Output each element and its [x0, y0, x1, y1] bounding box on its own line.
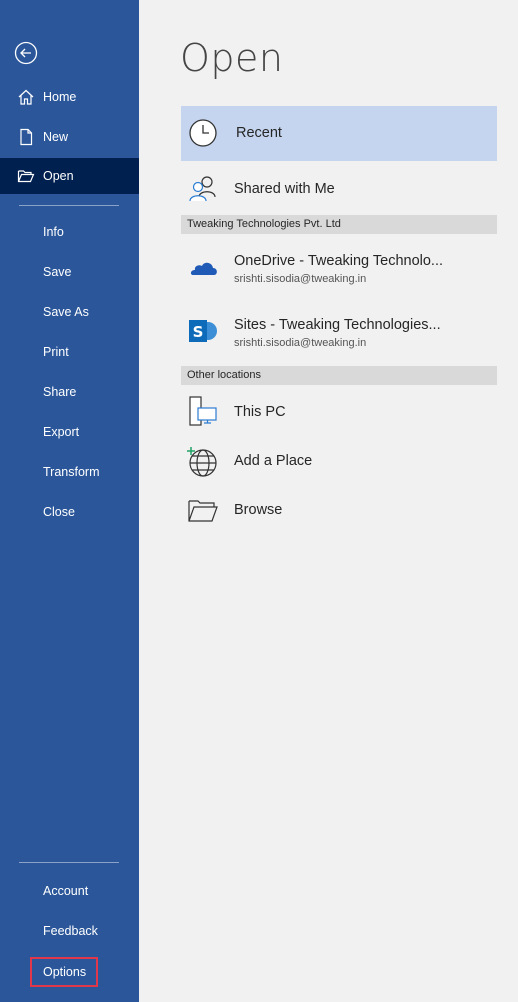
- location-shared-with-me[interactable]: Shared with Me: [181, 163, 497, 213]
- nav-home[interactable]: Home: [0, 79, 139, 115]
- computer-icon: [186, 395, 220, 429]
- location-onedrive[interactable]: OneDrive - Tweaking Technolo... srishti.…: [181, 240, 497, 298]
- nav-info[interactable]: Info: [0, 214, 139, 250]
- location-onedrive-label: OneDrive - Tweaking Technolo...: [234, 253, 444, 269]
- location-sites[interactable]: S Sites - Tweaking Technologies... srish…: [181, 304, 497, 362]
- nav-open[interactable]: Open: [0, 158, 139, 194]
- options-highlight-box: [30, 957, 98, 987]
- nav-save-label: Save: [43, 265, 72, 279]
- nav-new[interactable]: New: [0, 119, 139, 155]
- section-header-other-locations: Other locations: [181, 366, 497, 385]
- location-recent[interactable]: Recent: [181, 106, 497, 161]
- location-this-pc[interactable]: This PC: [181, 390, 497, 434]
- backstage-sidebar: Home New Open Info Save Save As Print Sh…: [0, 0, 139, 1002]
- nav-print[interactable]: Print: [0, 334, 139, 370]
- nav-account-label: Account: [43, 884, 89, 898]
- nav-print-label: Print: [43, 345, 69, 359]
- open-folder-icon: [17, 167, 35, 185]
- nav-share[interactable]: Share: [0, 374, 139, 410]
- sharepoint-icon: S: [186, 314, 220, 348]
- nav-save-as[interactable]: Save As: [0, 294, 139, 330]
- nav-export-label: Export: [43, 425, 80, 439]
- nav-close-label: Close: [43, 505, 75, 519]
- location-shared-label: Shared with Me: [234, 181, 335, 197]
- page-title: Open: [180, 36, 284, 80]
- nav-export[interactable]: Export: [0, 414, 139, 450]
- location-sites-account: srishti.sisodia@tweaking.in: [234, 337, 367, 349]
- location-recent-label: Recent: [236, 125, 282, 141]
- nav-save-as-label: Save As: [43, 305, 89, 319]
- shared-people-icon: [186, 171, 220, 205]
- nav-transform-label: Transform: [43, 465, 100, 479]
- sidebar-divider: [19, 205, 119, 206]
- folder-icon: [186, 493, 220, 527]
- clock-icon: [186, 116, 220, 150]
- nav-info-label: Info: [43, 225, 64, 239]
- nav-home-label: Home: [43, 90, 77, 104]
- sidebar-divider-bottom: [19, 862, 119, 863]
- nav-feedback-label: Feedback: [43, 924, 98, 938]
- back-button[interactable]: [14, 41, 38, 65]
- globe-add-icon: [186, 445, 220, 479]
- location-sites-label: Sites - Tweaking Technologies...: [234, 317, 441, 333]
- nav-close[interactable]: Close: [0, 494, 139, 530]
- new-document-icon: [17, 128, 35, 146]
- home-icon: [17, 88, 35, 106]
- location-onedrive-account: srishti.sisodia@tweaking.in: [234, 273, 367, 285]
- nav-account[interactable]: Account: [0, 873, 139, 909]
- location-add-a-place[interactable]: Add a Place: [181, 440, 497, 484]
- location-browse[interactable]: Browse: [181, 489, 497, 533]
- nav-open-label: Open: [43, 169, 74, 183]
- nav-new-label: New: [43, 130, 69, 144]
- nav-share-label: Share: [43, 385, 77, 399]
- nav-feedback[interactable]: Feedback: [0, 913, 139, 949]
- back-arrow-icon: [14, 41, 38, 65]
- location-add-place-label: Add a Place: [234, 453, 313, 469]
- location-this-pc-label: This PC: [234, 404, 286, 420]
- nav-transform[interactable]: Transform: [0, 454, 139, 490]
- svg-text:S: S: [193, 323, 204, 341]
- nav-save[interactable]: Save: [0, 254, 139, 290]
- location-browse-label: Browse: [234, 502, 283, 518]
- section-header-organization: Tweaking Technologies Pvt. Ltd: [181, 215, 497, 234]
- onedrive-cloud-icon: [186, 250, 220, 284]
